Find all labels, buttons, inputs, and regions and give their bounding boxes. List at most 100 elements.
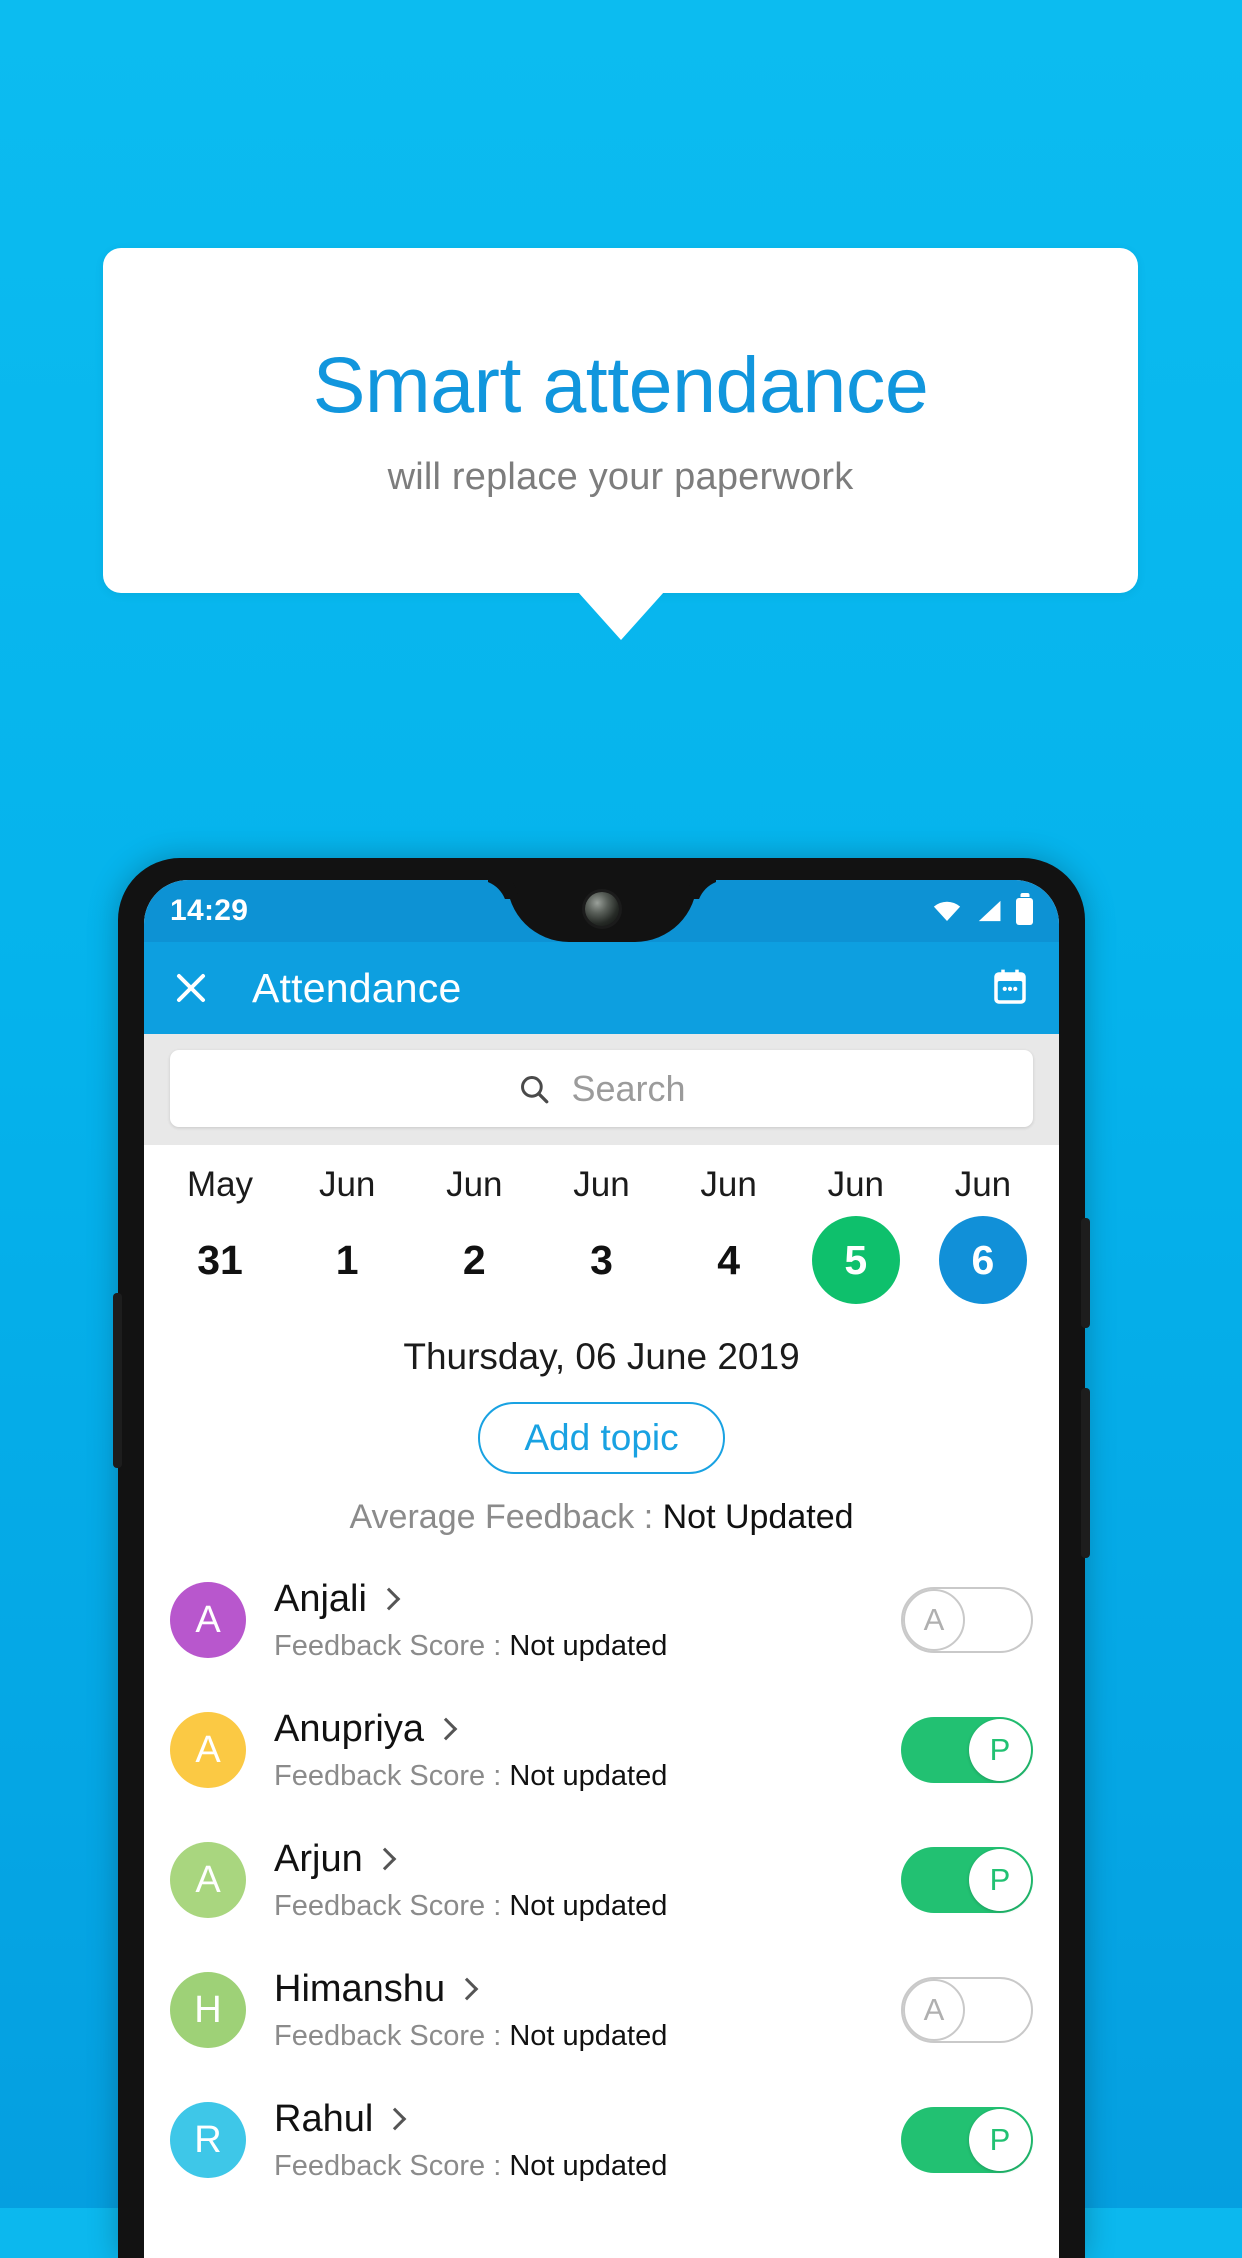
student-name-row[interactable]: Anupriya xyxy=(274,1708,901,1751)
feedback-score: Feedback Score : Not updated xyxy=(274,1890,901,1923)
date-cell[interactable]: Jun 6 xyxy=(925,1167,1041,1304)
date-cell[interactable]: Jun 2 xyxy=(416,1167,532,1304)
feedback-score: Feedback Score : Not updated xyxy=(274,2020,901,2053)
attendance-toggle-knob: A xyxy=(903,1979,965,2041)
phone-side-button-left xyxy=(113,1293,122,1468)
add-topic-area: Add topic xyxy=(144,1402,1059,1474)
page-title: Attendance xyxy=(252,964,462,1011)
feedback-score: Feedback Score : Not updated xyxy=(274,2150,901,2183)
avatar: R xyxy=(170,2102,246,2178)
attendance-toggle[interactable]: P xyxy=(901,2107,1033,2173)
selected-date-label: Thursday, 06 June 2019 xyxy=(403,1336,800,1377)
date-month: May xyxy=(186,1165,254,1204)
date-cell[interactable]: Jun 5 xyxy=(798,1167,914,1304)
attendance-toggle[interactable]: A xyxy=(901,1977,1033,2043)
date-day: 31 xyxy=(197,1236,243,1283)
date-cell[interactable]: Jun 1 xyxy=(289,1167,405,1304)
feedback-score: Feedback Score : Not updated xyxy=(274,1630,901,1663)
student-row[interactable]: H Himanshu Feedback Score : Not updated A xyxy=(144,1945,1059,2075)
search-placeholder: Search xyxy=(571,1067,686,1109)
date-month: Jun xyxy=(573,1165,630,1204)
search-icon xyxy=(521,1075,549,1103)
date-cell[interactable]: Jun 4 xyxy=(671,1167,787,1304)
student-info: Rahul Feedback Score : Not updated xyxy=(274,2098,901,2183)
feedback-score-label: Feedback Score : xyxy=(274,1759,510,1792)
chevron-right-icon xyxy=(383,2107,407,2131)
promo-subheadline: will replace your paperwork xyxy=(387,456,854,498)
avatar: A xyxy=(170,1842,246,1918)
attendance-toggle-knob: A xyxy=(903,1589,965,1651)
date-day: 1 xyxy=(335,1236,359,1283)
search-area: Search xyxy=(144,1034,1059,1145)
date-cell[interactable]: May 31 xyxy=(162,1167,278,1304)
feedback-score-value: Not updated xyxy=(509,1629,668,1662)
attendance-toggle-knob: P xyxy=(969,1719,1031,1781)
wifi-icon xyxy=(933,901,961,921)
student-name: Rahul xyxy=(274,2097,374,2140)
feedback-score-value: Not updated xyxy=(509,2019,668,2052)
student-name-row[interactable]: Arjun xyxy=(274,1838,901,1881)
avatar: H xyxy=(170,1972,246,2048)
student-name: Anupriya xyxy=(274,1707,424,1750)
calendar-icon[interactable] xyxy=(989,967,1031,1009)
phone-mockup: 14:29 Attendance Search May 31 Jun 1 Jun… xyxy=(113,858,1090,2258)
student-row[interactable]: A Anjali Feedback Score : Not updated A xyxy=(144,1555,1059,1685)
date-month: Jun xyxy=(446,1165,503,1204)
attendance-toggle[interactable]: P xyxy=(901,1717,1033,1783)
student-row[interactable]: R Rahul Feedback Score : Not updated P xyxy=(144,2075,1059,2205)
student-info: Himanshu Feedback Score : Not updated xyxy=(274,1968,901,2053)
student-info: Anupriya Feedback Score : Not updated xyxy=(274,1708,901,1793)
date-day: 3 xyxy=(590,1236,613,1283)
feedback-score-label: Feedback Score : xyxy=(274,1889,510,1922)
chevron-right-icon xyxy=(377,1587,401,1611)
chevron-right-icon xyxy=(455,1977,479,2001)
front-camera xyxy=(584,892,619,926)
signal-icon xyxy=(978,900,1001,922)
date-day: 5 xyxy=(811,1216,900,1304)
student-name-row[interactable]: Himanshu xyxy=(274,1968,901,2011)
student-name: Himanshu xyxy=(274,1967,446,2010)
student-name: Anjali xyxy=(274,1577,367,1620)
student-name-row[interactable]: Anjali xyxy=(274,1578,901,1621)
date-day: 6 xyxy=(938,1216,1027,1304)
attendance-toggle[interactable]: A xyxy=(901,1587,1033,1653)
date-month: Jun xyxy=(318,1165,376,1204)
date-strip[interactable]: May 31 Jun 1 Jun 2 Jun 3 Jun 4 Jun 5 Jun 6 xyxy=(144,1145,1059,1314)
search-input[interactable]: Search xyxy=(170,1050,1033,1127)
student-row[interactable]: A Anupriya Feedback Score : Not updated P xyxy=(144,1685,1059,1815)
student-list: A Anjali Feedback Score : Not updated A A Anu… xyxy=(144,1555,1059,2205)
attendance-toggle[interactable]: P xyxy=(901,1847,1033,1913)
promo-card-tail xyxy=(578,592,664,640)
feedback-score-value: Not updated xyxy=(509,1759,668,1792)
date-cell[interactable]: Jun 3 xyxy=(543,1167,659,1304)
phone-screen: 14:29 Attendance Search May 31 Jun 1 Jun… xyxy=(144,880,1059,2258)
status-icons xyxy=(932,897,1033,925)
app-bar: Attendance xyxy=(144,942,1059,1034)
feedback-score-value: Not updated xyxy=(509,1889,668,1922)
feedback-score-label: Feedback Score : xyxy=(274,2149,510,2182)
date-month: Jun xyxy=(954,1165,1012,1204)
feedback-score-label: Feedback Score : xyxy=(274,1629,510,1662)
feedback-score: Feedback Score : Not updated xyxy=(274,1760,901,1793)
feedback-score-value: Not updated xyxy=(509,2149,668,2182)
average-feedback: Average Feedback : Not Updated xyxy=(144,1498,1059,1537)
status-clock: 14:29 xyxy=(170,894,249,927)
promo-headline: Smart attendance xyxy=(312,340,929,429)
student-info: Arjun Feedback Score : Not updated xyxy=(274,1838,901,1923)
chevron-right-icon xyxy=(373,1847,397,1871)
phone-volume-button xyxy=(1081,1218,1090,1328)
student-row[interactable]: A Arjun Feedback Score : Not updated P xyxy=(144,1815,1059,1945)
feedback-score-label: Feedback Score : xyxy=(274,2019,510,2052)
add-topic-button[interactable]: Add topic xyxy=(478,1402,725,1474)
date-day: 4 xyxy=(717,1236,741,1283)
date-day: 2 xyxy=(462,1236,486,1283)
battery-icon xyxy=(1016,897,1033,925)
chevron-right-icon xyxy=(434,1717,458,1741)
student-name: Arjun xyxy=(274,1837,363,1880)
close-icon[interactable] xyxy=(172,969,210,1007)
avatar: A xyxy=(170,1582,246,1658)
phone-power-button xyxy=(1081,1388,1090,1558)
attendance-toggle-knob: P xyxy=(969,1849,1031,1911)
student-name-row[interactable]: Rahul xyxy=(274,2098,901,2141)
date-month: Jun xyxy=(700,1165,757,1204)
